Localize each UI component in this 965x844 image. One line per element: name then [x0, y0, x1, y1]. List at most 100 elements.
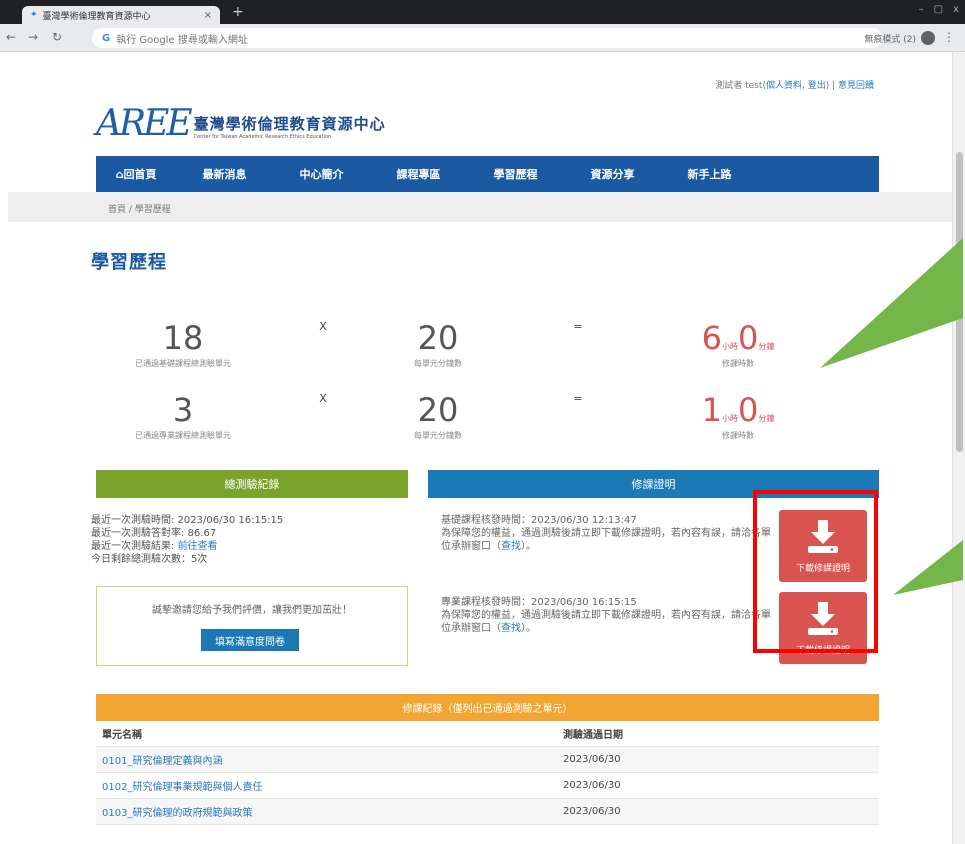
unit-date: 2023/06/30	[563, 780, 621, 791]
nav-item-courses[interactable]: 課程專區	[370, 166, 467, 182]
new-tab-icon[interactable]: +	[232, 4, 244, 20]
minutes-label: 每單元分鐘數	[414, 359, 462, 368]
col-name-header: 單元名稱	[102, 730, 142, 741]
maximize-icon[interactable]: ▢	[934, 4, 943, 15]
unit-link[interactable]: 0101_研究倫理定義與內涵	[102, 756, 222, 767]
nav-item-guide[interactable]: 新手上路	[661, 166, 758, 182]
user-prefix: 測試者 test(	[715, 81, 766, 91]
result-label: 修課時數	[722, 431, 754, 440]
scrollbar-thumb[interactable]	[956, 152, 963, 452]
address-bar: ← → ↻ G 執行 Google 搜尋或輸入網址 無痕模式 (2) ⋮	[0, 24, 965, 52]
unit-link[interactable]: 0103_研究倫理的政府規範與政策	[102, 808, 252, 819]
basic-cert-time: 基礎課程核發時間：2023/06/30 12:13:47	[441, 515, 637, 526]
survey-button[interactable]: 填寫滿意度問卷	[201, 629, 299, 651]
col-date-header: 測驗通過日期	[563, 730, 623, 741]
browser-tab-bar: ✦ 臺灣學術倫理教育資源中心 × + – ▢ x	[0, 0, 965, 24]
unit-link[interactable]: 0102_研究倫理事業規範與個人責任	[102, 782, 262, 793]
basic-lookup-link[interactable]: 查找	[501, 541, 521, 552]
hours-value: 1	[701, 391, 722, 429]
site-logo[interactable]: AREE 臺灣學術倫理教育資源中心 Center for Taiwan Acad…	[96, 94, 386, 144]
main-nav: ⌂回首頁 最新消息 中心簡介 課程專區 學習歷程 資源分享 新手上路	[96, 156, 879, 192]
window-controls: – ▢ x	[919, 4, 959, 15]
pro-cert-time: 專業課程核發時間：2023/06/30 16:15:15	[441, 597, 637, 608]
multiply-sign: X	[319, 320, 327, 333]
calc-minutes: 20 每單元分鐘數	[388, 320, 488, 369]
hours-value: 6	[701, 319, 722, 357]
multiply-sign: X	[319, 392, 327, 405]
mins-value: 0	[738, 319, 759, 357]
mins-value: 0	[738, 391, 759, 429]
pro-cert-close: ）。	[521, 623, 536, 634]
hours-unit: 小時	[722, 414, 738, 423]
omnibox-input[interactable]: G 執行 Google 搜尋或輸入網址	[92, 28, 882, 48]
pro-lookup-link[interactable]: 查找	[501, 623, 521, 634]
calc-units: 18 已通過基礎課程總測驗單元	[108, 320, 258, 369]
back-icon[interactable]: ←	[6, 30, 16, 44]
google-icon: G	[102, 32, 111, 44]
calc-minutes: 20 每單元分鐘數	[388, 392, 488, 441]
forward-icon[interactable]: →	[28, 30, 38, 44]
close-window-icon[interactable]: x	[953, 4, 959, 15]
view-result-link[interactable]: 前往查看	[178, 541, 218, 552]
nav-item-about[interactable]: 中心簡介	[273, 166, 370, 182]
logo-name-en: Center for Taiwan Academic Research Ethi…	[193, 134, 332, 140]
unit-date: 2023/06/30	[563, 754, 621, 765]
course-records-header: 修課紀錄（僅列出已通過測驗之單元）	[96, 694, 879, 721]
highlight-box	[753, 490, 878, 653]
tab-title: 臺灣學術倫理教育資源中心	[42, 11, 151, 22]
pro-cert-note: 為保障您的權益，通過測驗後請立即下載修課證明，若內容有誤，請洽各單位承辦窗口（	[441, 610, 771, 634]
survey-box: 誠摯邀請您給予我們評價，讓我們更加茁壯！ 填寫滿意度問卷	[96, 586, 408, 666]
survey-text: 誠摯邀請您給予我們評價，讓我們更加茁壯！	[152, 605, 352, 616]
calc-result: 1小時0分鐘 修課時數	[678, 392, 798, 441]
pro-cert-info: 專業課程核發時間：2023/06/30 16:15:15 為保障您的權益，通過測…	[441, 596, 771, 635]
table-row: 0102_研究倫理事業規範與個人責任 2023/06/30	[96, 773, 879, 799]
incognito-indicator[interactable]: 無痕模式 (2)	[864, 31, 935, 45]
web-page: 測試者 test(個人資料, 登出) | 意見回饋 AREE 臺灣學術倫理教育資…	[8, 52, 952, 844]
incognito-label: 無痕模式 (2)	[864, 34, 916, 45]
nav-item-home[interactable]: ⌂回首頁	[96, 166, 176, 182]
page-scrollbar[interactable]	[952, 52, 965, 844]
calc-units: 3 已通過專業課程總測驗單元	[108, 392, 258, 441]
logout-link[interactable]: 登出	[808, 81, 826, 91]
table-row: 0103_研究倫理的政府規範與政策 2023/06/30	[96, 799, 879, 825]
equals-sign: =	[573, 320, 583, 333]
minimize-icon[interactable]: –	[919, 4, 924, 15]
minutes-label: 每單元分鐘數	[414, 431, 462, 440]
basic-cert-close: ）。	[521, 541, 536, 552]
basic-cert-info: 基礎課程核發時間：2023/06/30 12:13:47 為保障您的權益，通過測…	[441, 514, 771, 553]
browser-tab[interactable]: ✦ 臺灣學術倫理教育資源中心 ×	[22, 6, 220, 24]
calc-result: 6小時0分鐘 修課時數	[678, 320, 798, 369]
nav-label: 回首頁	[123, 168, 157, 181]
unit-date: 2023/06/30	[563, 806, 621, 817]
nav-item-history[interactable]: 學習歷程	[467, 166, 564, 182]
page-title: 學習歷程	[91, 252, 167, 273]
table-header-row: 單元名稱 測驗通過日期	[96, 721, 879, 747]
menu-icon[interactable]: ⋮	[943, 30, 955, 44]
nav-item-resources[interactable]: 資源分享	[564, 166, 661, 182]
user-suffix: ) |	[825, 81, 838, 91]
profile-link[interactable]: 個人資料	[766, 81, 802, 91]
feedback-link[interactable]: 意見回饋	[838, 81, 874, 91]
hours-unit: 小時	[722, 342, 738, 351]
site-favicon-icon: ✦	[30, 10, 38, 20]
equals-sign: =	[573, 392, 583, 405]
units-label: 已通過專業課程總測驗單元	[135, 431, 231, 440]
table-row: 0101_研究倫理定義與內涵 2023/06/30	[96, 747, 879, 773]
record-line-time: 最近一次測驗時間: 2023/06/30 16:15:15	[91, 515, 284, 526]
minutes-value: 20	[417, 319, 459, 357]
logo-name-zh: 臺灣學術倫理教育資源中心	[193, 115, 386, 133]
course-records-table: 單元名稱 測驗通過日期 0101_研究倫理定義與內涵 2023/06/30 01…	[96, 721, 879, 825]
units-value: 3	[172, 391, 194, 429]
user-links: 測試者 test(個人資料, 登出) | 意見回饋	[715, 78, 874, 91]
mins-unit: 分鐘	[758, 414, 775, 423]
test-record-header: 總測驗紀錄	[96, 470, 408, 498]
close-tab-icon[interactable]: ×	[204, 10, 212, 21]
nav-item-news[interactable]: 最新消息	[176, 166, 273, 182]
basic-cert-note: 為保障您的權益，通過測驗後請立即下載修課證明，若內容有誤，請洽各單位承辦窗口（	[441, 528, 771, 552]
reload-icon[interactable]: ↻	[52, 30, 62, 44]
mins-unit: 分鐘	[758, 342, 775, 351]
units-label: 已通過基礎課程總測驗單元	[135, 359, 231, 368]
units-value: 18	[162, 319, 204, 357]
breadcrumb[interactable]: 首頁 / 學習歷程	[108, 202, 171, 215]
record-result-prefix: 最近一次測驗結果:	[91, 541, 178, 552]
